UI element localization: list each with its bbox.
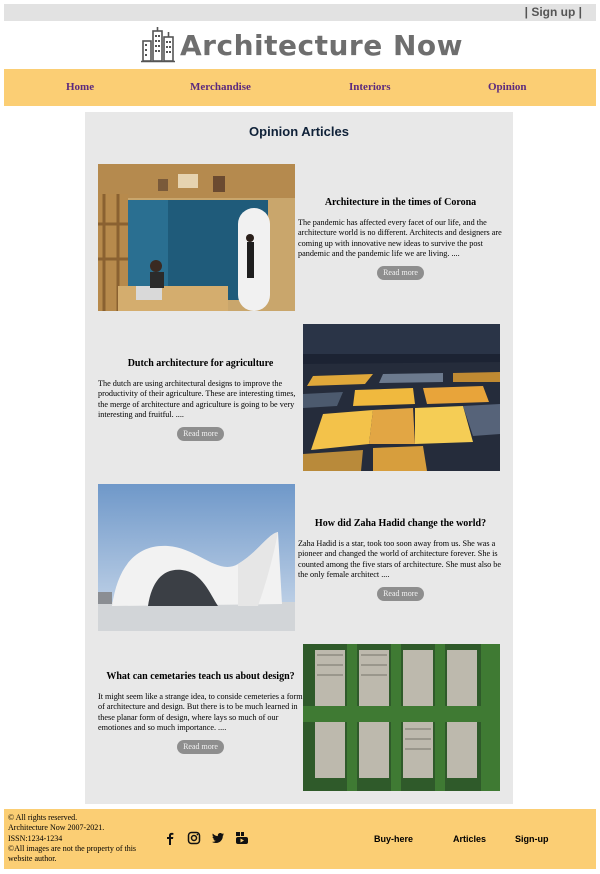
article-title[interactable]: What can cemetaries teach us about desig… [98,670,303,683]
footer-info: © All rights reserved. Architecture Now … [8,813,158,864]
read-more-button[interactable]: Read more [177,739,224,754]
instagram-icon[interactable] [187,831,201,845]
opinion-articles-section: Opinion Articles Architecture in the tim… [85,112,513,804]
article-card: How did Zaha Hadid change the world? Zah… [298,517,503,601]
nav-item-home[interactable]: Home [66,81,94,93]
main-nav: Home Merchandise Interiors Opinion [4,69,596,106]
twitter-icon[interactable] [211,831,225,845]
footer-link-articles[interactable]: Articles [453,834,486,844]
nav-item-opinion[interactable]: Opinion [488,81,527,93]
article-excerpt: Zaha Hadid is a star, took too soon away… [298,539,502,580]
article-card: Dutch architecture for agriculture The d… [98,357,303,441]
heydar-aliyev-center-photo[interactable] [98,484,295,631]
section-heading: Opinion Articles [249,124,349,139]
office-interior-photo[interactable] [98,164,295,311]
nav-item-merchandise[interactable]: Merchandise [190,81,251,93]
site-title: Architecture Now [180,28,463,62]
article-excerpt: The dutch are using architectural design… [98,379,296,420]
article-excerpt: The pandemic has affected every facet of… [298,218,502,259]
copyright-text: © All rights reserved. [8,813,78,822]
read-more-button[interactable]: Read more [177,426,224,441]
nav-item-interiors[interactable]: Interiors [349,81,391,93]
facebook-icon[interactable] [163,831,177,845]
city-skyline-icon [141,27,175,63]
article-card: What can cemetaries teach us about desig… [98,670,303,754]
site-logo[interactable]: Architecture Now [141,26,463,64]
cemetery-aerial-photo[interactable] [303,644,500,791]
issn-text: ISSN:1234-1234 [8,833,63,843]
article-excerpt: It might seem like a strange idea, to co… [98,692,303,733]
read-more-button[interactable]: Read more [377,265,424,280]
read-more-button[interactable]: Read more [377,586,424,601]
greenhouse-aerial-photo[interactable] [303,324,500,471]
site-footer: © All rights reserved. Architecture Now … [4,809,596,869]
footer-link-buy-here[interactable]: Buy-here [374,834,413,844]
article-title[interactable]: Architecture in the times of Corona [298,196,503,209]
brand-years-text: Architecture Now 2007-2021. [8,823,105,833]
images-disclaimer-text: ©All images are not the property of this… [8,843,137,864]
youtube-icon[interactable] [235,831,249,845]
footer-link-sign-up[interactable]: Sign-up [515,834,549,844]
top-bar: | Sign up | [4,4,596,21]
social-links [163,831,249,845]
article-title[interactable]: Dutch architecture for agriculture [98,357,303,370]
article-title[interactable]: How did Zaha Hadid change the world? [298,517,503,530]
signup-link[interactable]: | Sign up | [525,5,582,19]
article-card: Architecture in the times of Corona The … [298,196,503,280]
